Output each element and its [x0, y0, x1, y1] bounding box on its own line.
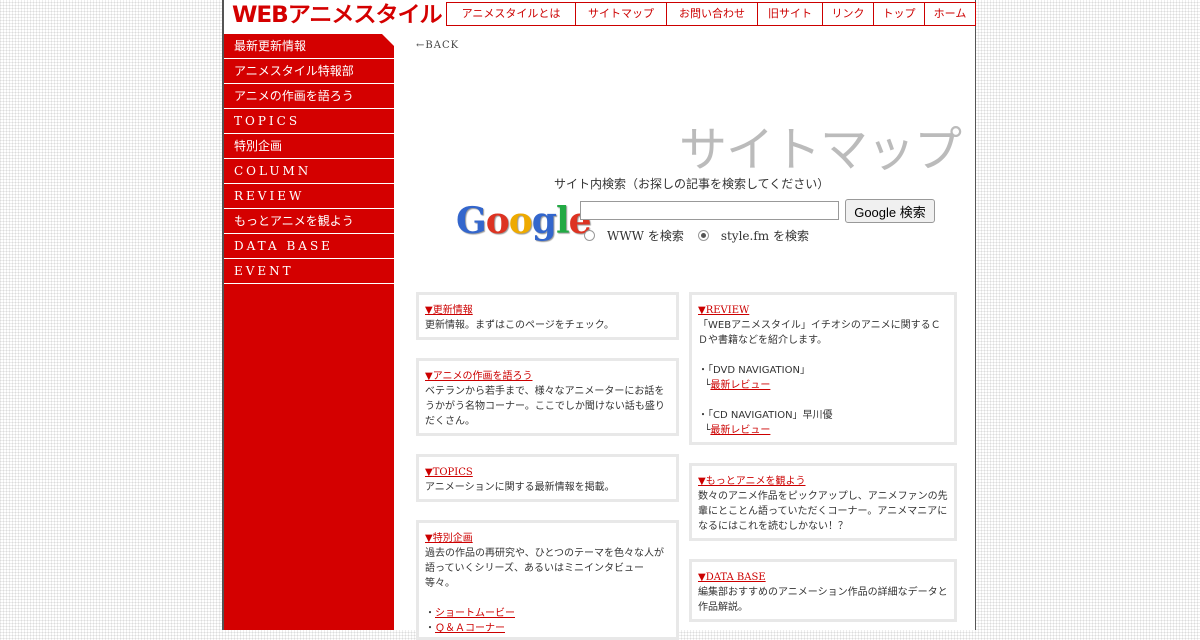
topnav-link[interactable]: アニメスタイルとは [447, 3, 575, 25]
section-link-motto[interactable]: ▼もっとアニメを観よう [698, 474, 948, 489]
section-box-koshin: ▼更新情報 更新情報。まずはこのページをチェック。 [416, 292, 679, 340]
radio-www[interactable] [584, 230, 595, 241]
radio-site[interactable] [697, 230, 709, 241]
section-box-sakuga: ▼アニメの作画を語ろう ベテランから若手まで、様々なアニメーターにお話をうかがう… [416, 358, 679, 436]
google-logo-letter: l [555, 200, 570, 242]
dvd-latest-review-link[interactable]: 最新レビュー [710, 380, 770, 391]
list-item: ・「DVD NAVIGATION」 [698, 365, 810, 376]
sidebar-menu: 最新更新情報 アニメスタイル特報部 アニメの作画を語ろう TOPICS 特別企画 COLU… [224, 34, 394, 284]
sidebar-item[interactable]: アニメの作画を語ろう [224, 84, 394, 109]
sidebar-item[interactable]: EVENT [224, 259, 394, 284]
section-link-database[interactable]: ▼DATA BASE [698, 570, 948, 585]
topnav-link[interactable]: お問い合わせ [666, 3, 757, 25]
search-scope-options: WWW を検索 style.fm を検索 [584, 227, 809, 244]
section-box-database: ▼DATA BASE 編集部おすすめのアニメーション作品の詳細なデータと作品解説… [689, 559, 957, 622]
radio-www-label: WWW を検索 [607, 229, 684, 243]
topnav-link[interactable]: サイトマップ [575, 3, 666, 25]
sidebar-item[interactable]: 特別企画 [224, 134, 394, 159]
google-logo-letter: o [485, 200, 510, 242]
sidebar: 最新更新情報 アニメスタイル特報部 アニメの作画を語ろう TOPICS 特別企画 COLU… [224, 34, 394, 630]
page-title: サイトマップ [678, 122, 962, 179]
search-caption: サイト内検索（お探しの記事を検索してください） [554, 177, 830, 191]
qa-corner-link[interactable]: Ｑ＆Ａコーナー [435, 623, 505, 634]
section-box-tokubetsu: ▼特別企画 過去の作品の再研究や、ひとつのテーマを色々な人が語っていくシリーズ、… [416, 520, 679, 640]
dvd-navigation-label: 「DVD NAVIGATION」 [708, 365, 810, 376]
sidebar-item[interactable]: もっとアニメを観よう [224, 209, 394, 234]
list-item: ・ショートムービー [425, 608, 515, 619]
list-item: └最新レビュー [698, 380, 771, 391]
section-link-tokubetsu[interactable]: ▼特別企画 [425, 531, 670, 546]
section-desc-sakuga: ベテランから若手まで、様々なアニメーターにお話をうかがう名物コーナー。ここでしか… [425, 386, 665, 427]
back-link[interactable]: ←BACK [416, 40, 459, 51]
search-input[interactable] [580, 201, 839, 220]
sidebar-item[interactable]: 最新更新情報 [224, 34, 394, 59]
google-logo-letter: o [508, 200, 533, 242]
list-item: └最新レビュー [698, 425, 771, 436]
sidebar-item[interactable]: DATA BASE [224, 234, 394, 259]
google-logo[interactable]: Google [456, 200, 592, 242]
topnav-link[interactable]: リンク [822, 3, 873, 25]
section-link-sakuga[interactable]: ▼アニメの作画を語ろう [425, 369, 670, 384]
top-navigation: アニメスタイルとは サイトマップ お問い合わせ 旧サイト リンク トップ ホーム [446, 2, 976, 26]
section-link-topics[interactable]: ▼TOPICS [425, 465, 670, 480]
section-link-review[interactable]: ▼REVIEW [698, 303, 948, 318]
google-logo-letter: g [531, 200, 557, 242]
radio-site-label: style.fm を検索 [720, 229, 809, 243]
sidebar-item[interactable]: アニメスタイル特報部 [224, 59, 394, 84]
section-desc-motto: 数々のアニメ作品をピックアップし、アニメファンの先輩にとことん語っていただくコー… [698, 491, 948, 532]
cd-navigation-label: 「CD NAVIGATION」早川優 [708, 410, 833, 421]
section-desc-koshin: 更新情報。まずはこのページをチェック。 [425, 320, 614, 331]
section-desc-review: 「WEBアニメスタイル」イチオシのアニメに関するＣＤや書籍などを紹介します。 [698, 320, 941, 346]
section-box-review: ▼REVIEW 「WEBアニメスタイル」イチオシのアニメに関するＣＤや書籍などを… [689, 292, 957, 445]
section-desc-database: 編集部おすすめのアニメーション作品の詳細なデータと作品解説。 [698, 587, 948, 613]
section-desc-tokubetsu: 過去の作品の再研究や、ひとつのテーマを色々な人が語っていくシリーズ、あるいはミニ… [425, 548, 664, 589]
section-link-koshin[interactable]: ▼更新情報 [425, 303, 670, 318]
short-movie-link[interactable]: ショートムービー [435, 608, 515, 619]
section-desc-topics: アニメーションに関する最新情報を掲載。 [425, 482, 615, 493]
google-logo-letter: G [456, 200, 487, 242]
site-logo[interactable]: WEBアニメスタイル [232, 2, 443, 30]
sidebar-item[interactable]: COLUMN [224, 159, 394, 184]
topnav-link[interactable]: ホーム [924, 3, 975, 25]
topnav-link[interactable]: 旧サイト [757, 3, 822, 25]
list-item: ・Ｑ＆Ａコーナー [425, 623, 505, 634]
list-item: ・「CD NAVIGATION」早川優 [698, 410, 833, 421]
section-box-topics: ▼TOPICS アニメーションに関する最新情報を掲載。 [416, 454, 679, 502]
section-box-motto: ▼もっとアニメを観よう 数々のアニメ作品をピックアップし、アニメファンの先輩にと… [689, 463, 957, 541]
google-search-button[interactable]: Google 検索 [845, 199, 935, 223]
page-container: WEBアニメスタイル アニメスタイルとは サイトマップ お問い合わせ 旧サイト リンクト… [222, 0, 976, 640]
sidebar-item[interactable]: TOPICS [224, 109, 394, 134]
sidebar-item[interactable]: REVIEW [224, 184, 394, 209]
cd-latest-review-link[interactable]: 最新レビュー [710, 425, 770, 436]
sidebar-corner-notch [382, 34, 394, 46]
topnav-link[interactable]: トップ [873, 3, 924, 25]
